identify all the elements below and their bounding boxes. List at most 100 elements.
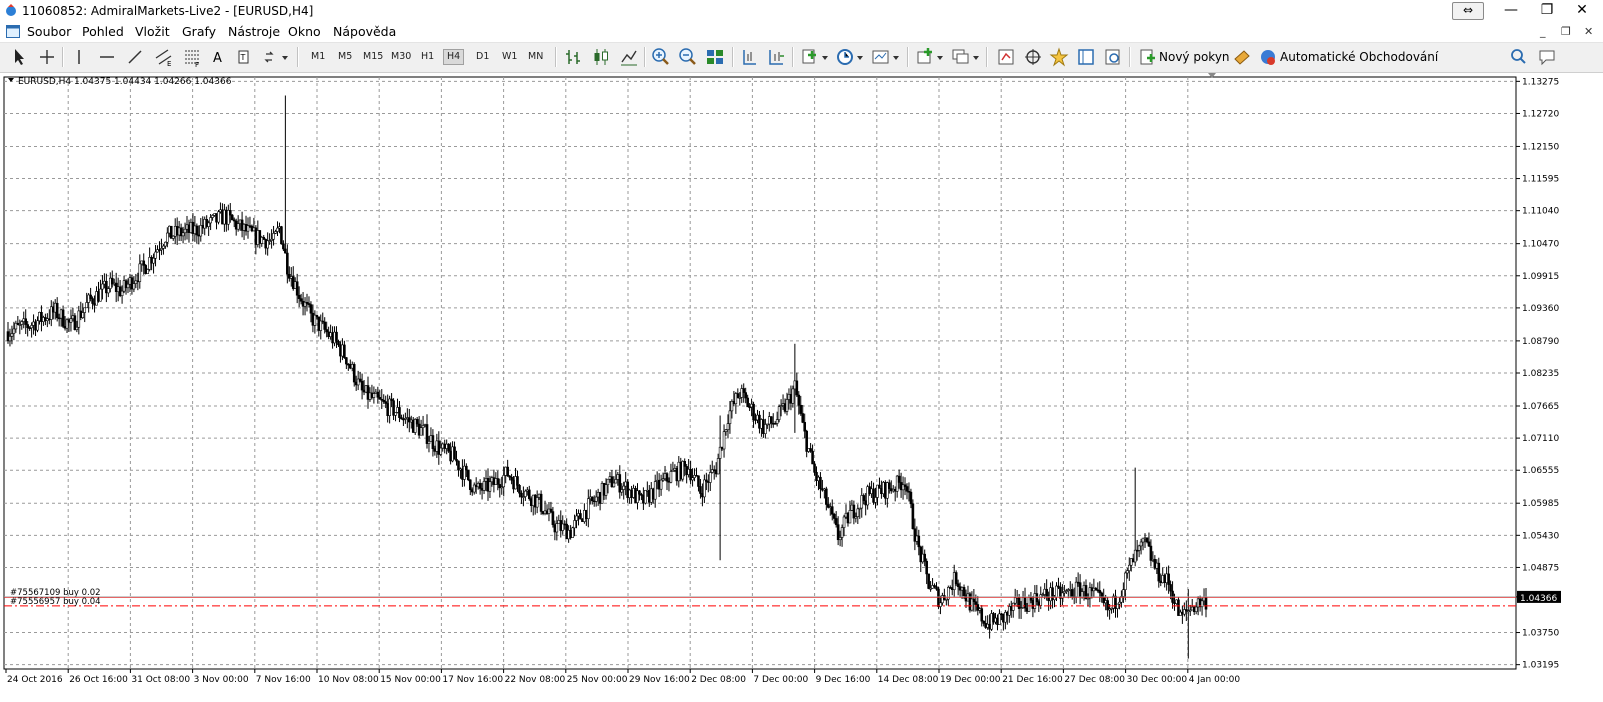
candle-body	[1149, 545, 1153, 561]
favorites-star-icon[interactable]	[1049, 46, 1069, 68]
search-icon[interactable]	[1509, 46, 1529, 68]
candle-body	[415, 419, 419, 425]
menu-nastroje[interactable]: Nástroje	[228, 24, 280, 39]
candle-body	[1194, 606, 1198, 613]
autoscroll-icon[interactable]	[766, 46, 786, 68]
candle-body	[825, 488, 828, 505]
crosshair-icon[interactable]	[38, 46, 56, 68]
candle-body	[83, 307, 87, 313]
chart-shift-icon[interactable]	[739, 46, 759, 68]
horizontal-line-icon[interactable]	[98, 46, 116, 68]
vertical-line-icon[interactable]	[72, 46, 86, 68]
trendline-icon[interactable]	[126, 46, 144, 68]
candle-body	[209, 217, 212, 224]
tile-windows-icon[interactable]	[705, 46, 725, 68]
menu-soubor[interactable]: Soubor	[27, 24, 71, 39]
candle-body	[488, 481, 492, 492]
candle-body	[1017, 596, 1021, 609]
restore-layout-button[interactable]: ⇔	[1452, 2, 1484, 20]
x-tick-label: 30 Dec 00:00	[1127, 675, 1188, 685]
zoom-in-icon[interactable]	[651, 46, 671, 68]
candle-body	[708, 472, 712, 483]
chart-window-icon[interactable]	[6, 25, 20, 38]
y-tick-label: 1.07110	[1522, 434, 1559, 444]
candle-body	[335, 331, 338, 342]
candle-body	[286, 252, 289, 275]
order-label: #75556957 buy 0.04	[10, 597, 101, 607]
metaeditor-icon[interactable]	[1232, 46, 1252, 68]
candle-body	[99, 288, 102, 302]
new-order-icon[interactable]	[1139, 46, 1157, 68]
svg-text:E: E	[167, 60, 171, 68]
timeframe-m30[interactable]: M30	[391, 51, 411, 62]
candle-body	[518, 485, 521, 494]
maximize-button[interactable]: ❐	[1528, 0, 1566, 22]
y-tick-label: 1.06555	[1522, 466, 1559, 476]
timeframe-w1[interactable]: W1	[502, 51, 517, 62]
fibonacci-icon[interactable]: F	[182, 46, 202, 68]
candle-body	[697, 475, 700, 487]
market-watch-icon[interactable]	[996, 46, 1016, 68]
autotrading-icon[interactable]	[1259, 46, 1277, 68]
menu-napoveda[interactable]: Nápověda	[333, 24, 396, 39]
cursor-icon[interactable]	[10, 46, 28, 68]
menu-pohled[interactable]: Pohled	[82, 24, 124, 39]
data-window-icon[interactable]	[1076, 46, 1096, 68]
close-button[interactable]: ✕	[1563, 0, 1601, 22]
text-tool-icon[interactable]: A	[210, 46, 226, 68]
price-chart[interactable]: 1.13275 1.12720 1.12150 1.11595 1.11040 1.104…	[0, 73, 1603, 699]
zoom-out-icon[interactable]	[678, 46, 698, 68]
candle-body	[468, 479, 472, 490]
timeframe-m1[interactable]: M1	[311, 51, 325, 62]
candle-body	[85, 302, 88, 309]
menu-vlozit[interactable]: Vložit	[135, 24, 170, 39]
templates-menu-icon[interactable]	[871, 46, 901, 68]
indicators-menu-icon[interactable]	[800, 46, 830, 68]
strategy-tester-icon[interactable]	[1103, 46, 1123, 68]
candle-body	[272, 233, 275, 240]
candle-body	[398, 407, 401, 418]
navigator-icon[interactable]	[1023, 46, 1043, 68]
chart-info-line: EURUSD,H4 1.04375 1.04434 1.04266 1.0436…	[18, 77, 232, 87]
timeframe-mn[interactable]: MN	[528, 51, 543, 62]
chart-window[interactable]: 1.13275 1.12720 1.12150 1.11595 1.11040 1.104…	[0, 73, 1603, 699]
x-tick-label: 19 Dec 00:00	[940, 675, 1001, 685]
new-order-button[interactable]: Nový pokyn	[1159, 50, 1230, 64]
timeframe-d1[interactable]: D1	[476, 51, 489, 62]
y-tick-label: 1.03195	[1522, 661, 1559, 671]
arrows-menu-icon[interactable]	[262, 46, 290, 68]
x-tick-label: 31 Oct 08:00	[131, 675, 190, 685]
candle-body	[319, 320, 323, 331]
timeframe-m5[interactable]: M5	[338, 51, 352, 62]
mdi-minimize-button[interactable]: _	[1540, 25, 1546, 38]
candle-body	[746, 397, 749, 408]
bar-chart-icon[interactable]	[563, 46, 583, 68]
candle-body	[146, 269, 149, 274]
menu-okno[interactable]: Okno	[288, 24, 321, 39]
timeframe-h4[interactable]: H4	[443, 49, 465, 65]
candle-body	[785, 399, 789, 412]
candle-body	[644, 490, 647, 504]
new-chart-icon[interactable]	[915, 46, 945, 68]
line-chart-icon[interactable]	[619, 46, 639, 68]
candle-body	[862, 495, 866, 502]
text-label-icon[interactable]: T	[236, 46, 250, 68]
profiles-icon[interactable]	[951, 46, 981, 68]
mdi-restore-button[interactable]: ❐	[1561, 25, 1571, 38]
title-bar: 11060852: AdmiralMarkets-Live2 - [EURUSD…	[0, 0, 1603, 22]
minimize-button[interactable]: —	[1492, 0, 1530, 22]
candle-body	[195, 225, 199, 236]
candle-body	[360, 380, 364, 391]
candle-body	[728, 410, 732, 424]
equidistant-channel-icon[interactable]: E	[154, 46, 174, 68]
y-tick-label: 1.04875	[1522, 563, 1559, 573]
autotrading-button[interactable]: Automatické Obchodování	[1280, 50, 1438, 64]
chat-icon[interactable]	[1537, 46, 1559, 68]
timeframe-h1[interactable]: H1	[421, 51, 434, 62]
timeframe-m15[interactable]: M15	[363, 51, 383, 62]
mdi-close-button[interactable]: ✕	[1584, 25, 1593, 38]
periods-clock-icon[interactable]	[835, 46, 865, 68]
candlestick-chart-icon[interactable]	[591, 46, 611, 68]
menu-grafy[interactable]: Grafy	[182, 24, 216, 39]
candle-body	[638, 490, 641, 495]
